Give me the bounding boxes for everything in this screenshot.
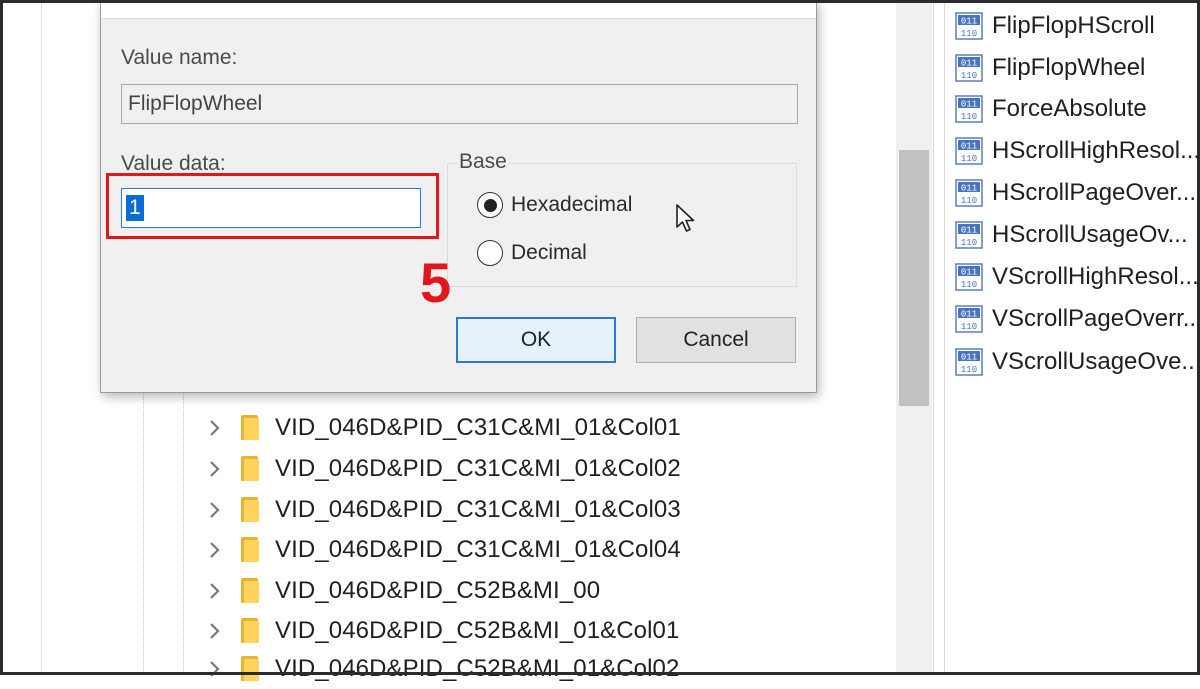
value-item-label: ForceAbsolute — [992, 95, 1147, 122]
radio-selected-dot — [483, 198, 497, 212]
chevron-right-icon[interactable] — [203, 579, 227, 603]
svg-text:011: 011 — [961, 100, 977, 110]
svg-text:110: 110 — [961, 112, 977, 122]
value-item[interactable]: 011 110 FlipFlopHScroll — [954, 6, 1155, 46]
svg-text:011: 011 — [961, 17, 977, 27]
folder-icon — [239, 656, 261, 682]
reg-dword-icon: 011110 — [955, 54, 983, 82]
svg-text:011: 011 — [961, 59, 977, 69]
reg-dword-icon: 011110 — [955, 179, 983, 207]
tree-item[interactable]: VID_046D&PID_C31C&MI_01&Col03 — [203, 490, 681, 530]
folder-icon — [239, 578, 261, 604]
edit-dword-dialog: Value name: FlipFlopWheel Value data: 1 … — [100, 0, 817, 393]
svg-text:110: 110 — [961, 365, 977, 375]
tree-scrollbar-thumb[interactable] — [899, 150, 929, 406]
value-item[interactable]: 011 110 VScrollPageOverr... — [954, 299, 1200, 339]
radio-decimal[interactable]: Decimal — [477, 240, 587, 266]
step-number-annotation: 5 — [420, 251, 452, 314]
tree-item[interactable]: VID_046D&PID_C31C&MI_01&Col04 — [203, 530, 681, 570]
svg-text:011: 011 — [961, 310, 977, 320]
folder-icon — [239, 456, 261, 482]
mouse-cursor-icon — [676, 204, 695, 232]
svg-text:110: 110 — [961, 238, 977, 248]
tree-item-label: VID_046D&PID_C31C&MI_01&Col04 — [275, 536, 681, 563]
registry-values-list: 011 110 FlipFlopHScroll 011 110 FlipFlopWh… — [946, 3, 1200, 672]
svg-text:110: 110 — [961, 280, 977, 290]
reg-dword-icon: 011110 — [955, 263, 983, 291]
tree-guide-line — [41, 3, 42, 672]
value-item-label: VScrollUsageOve... — [992, 348, 1200, 375]
folder-icon — [239, 415, 261, 441]
svg-text:011: 011 — [961, 268, 977, 278]
radio-label: Hexadecimal — [511, 193, 633, 216]
tree-item-label: VID_046D&PID_C31C&MI_01&Col03 — [275, 496, 681, 523]
reg-dword-icon: 011110 — [955, 137, 983, 165]
svg-text:110: 110 — [961, 29, 977, 39]
base-group — [447, 163, 797, 287]
value-name-label: Value name: — [121, 46, 238, 69]
svg-text:110: 110 — [961, 196, 977, 206]
reg-dword-icon: 011110 — [955, 221, 983, 249]
value-item[interactable]: 011 110 ForceAbsolute — [954, 89, 1147, 129]
tree-item-label: VID_046D&PID_C31C&MI_01&Col02 — [275, 455, 681, 482]
chevron-right-icon[interactable] — [203, 657, 227, 681]
folder-icon — [239, 618, 261, 644]
radio-label: Decimal — [511, 241, 587, 264]
tree-item[interactable]: VID_046D&PID_C52B&MI_01&Col01 — [203, 611, 679, 651]
tree-item[interactable]: VID_046D&PID_C52B&MI_01&Col02 — [203, 649, 679, 689]
reg-dword-icon: 011110 — [955, 305, 983, 333]
chevron-right-icon[interactable] — [203, 619, 227, 643]
value-item-label: FlipFlopHScroll — [992, 12, 1155, 39]
chevron-right-icon[interactable] — [203, 498, 227, 522]
chevron-right-icon[interactable] — [203, 538, 227, 562]
ok-button[interactable]: OK — [456, 317, 616, 363]
radio-button[interactable] — [477, 192, 503, 218]
value-item-label: VScrollHighResol... — [992, 263, 1199, 290]
value-item[interactable]: 011 110 HScrollUsageOv... — [954, 215, 1188, 255]
tree-item[interactable]: VID_046D&PID_C31C&MI_01&Col01 — [203, 408, 681, 448]
value-item-label: HScrollHighResol... — [992, 137, 1200, 164]
value-item[interactable]: 011 110 FlipFlopWheel — [954, 48, 1145, 88]
value-item-label: HScrollPageOver... — [992, 179, 1197, 206]
radio-hexadecimal[interactable]: Hexadecimal — [477, 192, 632, 218]
pane-splitter[interactable] — [933, 3, 945, 672]
tree-item-label: VID_046D&PID_C31C&MI_01&Col01 — [275, 414, 681, 441]
value-name-field: FlipFlopWheel — [121, 84, 798, 124]
tree-item-label: VID_046D&PID_C52B&MI_00 — [275, 577, 601, 604]
chevron-right-icon[interactable] — [203, 416, 227, 440]
value-data-input[interactable]: 1 — [121, 188, 421, 228]
tree-item-label: VID_046D&PID_C52B&MI_01&Col01 — [275, 617, 680, 644]
svg-text:011: 011 — [961, 184, 977, 194]
folder-icon — [239, 497, 261, 523]
value-data-text: 1 — [126, 195, 144, 221]
cancel-button[interactable]: Cancel — [636, 317, 796, 363]
reg-dword-icon: 011110 — [955, 12, 983, 40]
radio-button[interactable] — [477, 240, 503, 266]
value-item-label: VScrollPageOverr... — [992, 305, 1200, 332]
svg-text:110: 110 — [961, 322, 977, 332]
reg-dword-icon: 011110 — [955, 95, 983, 123]
tree-item[interactable]: VID_046D&PID_C52B&MI_00 — [203, 571, 600, 611]
reg-dword-icon: 011110 — [955, 348, 983, 376]
svg-text:011: 011 — [961, 353, 977, 363]
svg-text:110: 110 — [961, 71, 977, 81]
folder-icon — [239, 537, 261, 563]
tree-item[interactable]: VID_046D&PID_C31C&MI_01&Col02 — [203, 449, 681, 489]
svg-text:110: 110 — [961, 154, 977, 164]
value-item[interactable]: 011 110 HScrollHighResol... — [954, 131, 1200, 171]
value-item-label: FlipFlopWheel — [992, 54, 1146, 81]
value-item[interactable]: 011 110 VScrollUsageOve... — [954, 342, 1200, 382]
value-item[interactable]: 011 110 HScrollPageOver... — [954, 173, 1196, 213]
chevron-right-icon[interactable] — [203, 457, 227, 481]
base-group-label: Base — [457, 150, 509, 174]
tree-item-label: VID_046D&PID_C52B&MI_01&Col02 — [275, 655, 680, 682]
value-item-label: HScrollUsageOv... — [992, 221, 1188, 248]
svg-text:011: 011 — [961, 142, 977, 152]
dialog-title-bar[interactable] — [101, 0, 816, 19]
svg-text:011: 011 — [961, 226, 977, 236]
value-item[interactable]: 011 110 VScrollHighResol... — [954, 257, 1199, 297]
